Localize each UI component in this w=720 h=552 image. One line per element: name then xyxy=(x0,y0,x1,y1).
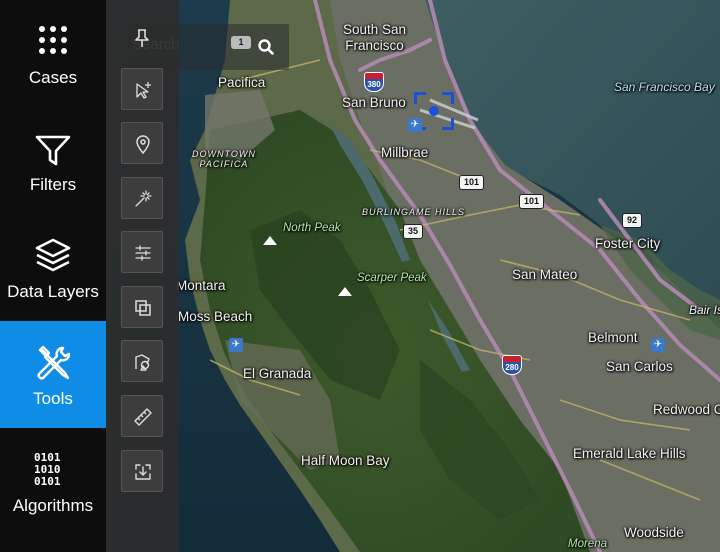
label-south-san-francisco: South San Francisco xyxy=(343,22,407,53)
label-burlingame-hills: BURLINGAME HILLS xyxy=(362,207,466,217)
ca-35-shield: 35 xyxy=(403,224,424,239)
label-moss-beach: Moss Beach xyxy=(178,309,253,324)
svg-text:0101: 0101 xyxy=(34,475,61,488)
label-foster-city: Foster City xyxy=(595,236,661,251)
label-woodside: Woodside xyxy=(624,525,684,540)
label-bair-island: Bair Is xyxy=(689,303,720,317)
label-morena: Morena xyxy=(568,538,607,550)
label-downtown-pacifica: DOWNTOWN PACIFICA xyxy=(192,149,256,170)
nav-item-algorithms[interactable]: 0101 1010 0101 Algorithms xyxy=(0,428,106,535)
wrench-screwdriver-icon xyxy=(37,345,71,380)
airport-icon: ✈ xyxy=(229,338,243,352)
us-101-shield-east: 101 xyxy=(519,194,545,209)
grid-dots-icon xyxy=(39,26,67,54)
ruler-icon xyxy=(134,408,152,426)
sliders-icon xyxy=(135,245,151,261)
shape-tool-button[interactable] xyxy=(121,340,163,382)
overlap-squares-icon xyxy=(135,300,151,316)
us-101-shield: 101 xyxy=(459,175,485,190)
tools-panel xyxy=(106,0,179,552)
label-san-bruno: San Bruno xyxy=(342,95,406,110)
ca-92-shield: 92 xyxy=(622,213,643,228)
north-peak-marker-icon xyxy=(263,236,277,245)
airport-icon-east: ✈ xyxy=(651,338,665,352)
cursor-plus-icon xyxy=(136,82,151,99)
pin-icon[interactable] xyxy=(133,28,151,48)
interstate-280-shield: 280 xyxy=(502,355,522,375)
measure-tool-button[interactable] xyxy=(121,395,163,437)
shapes-icon xyxy=(135,354,150,371)
label-el-granada: El Granada xyxy=(243,366,312,381)
label-redwood-city: Redwood C xyxy=(653,402,720,417)
nav-label-cases: Cases xyxy=(28,68,78,87)
label-san-mateo: San Mateo xyxy=(512,267,578,282)
download-tool-button[interactable] xyxy=(121,450,163,492)
airport-icon-sfo: ✈ xyxy=(408,118,422,132)
nav-label-filters: Filters xyxy=(29,175,77,194)
adjust-tool-button[interactable] xyxy=(121,231,163,273)
label-san-carlos: San Carlos xyxy=(606,359,673,374)
layers-icon xyxy=(35,238,71,272)
nav-item-filters[interactable]: Filters xyxy=(0,107,106,214)
label-belmont: Belmont xyxy=(588,330,638,345)
binary-icon: 0101 1010 0101 xyxy=(34,451,61,488)
label-millbrae: Millbrae xyxy=(381,145,429,160)
label-pacifica: Pacifica xyxy=(218,75,266,90)
magic-wand-tool-button[interactable] xyxy=(121,177,163,219)
search-icon[interactable] xyxy=(257,38,275,56)
map-pin-icon xyxy=(136,135,150,154)
search-result-badge: 1 xyxy=(231,36,251,49)
nav-label-algorithms: Algorithms xyxy=(12,496,94,515)
nav-item-data-layers[interactable]: Data Layers xyxy=(0,214,106,321)
funnel-icon xyxy=(35,135,71,166)
label-emerald-lake-hills: Emerald Lake Hills xyxy=(573,446,686,461)
label-north-peak: North Peak xyxy=(283,222,341,234)
main-nav: Cases Filters Data Layers Tools 0101 101… xyxy=(0,0,106,552)
nav-item-tools[interactable]: Tools xyxy=(0,321,106,428)
interstate-380-shield: 380 xyxy=(364,72,384,92)
nav-label-tools: Tools xyxy=(33,389,73,408)
scarper-peak-marker-icon xyxy=(338,287,352,296)
label-montara: Montara xyxy=(176,278,226,293)
nav-label-data-layers: Data Layers xyxy=(7,282,99,301)
select-tool-button[interactable] xyxy=(121,68,163,110)
download-icon xyxy=(135,464,151,480)
overlap-tool-button[interactable] xyxy=(121,286,163,328)
selected-point[interactable] xyxy=(429,106,439,116)
magic-wand-icon xyxy=(135,190,152,207)
marker-tool-button[interactable] xyxy=(121,122,163,164)
label-scarper-peak: Scarper Peak xyxy=(357,272,427,284)
label-san-francisco-bay: San Francisco Bay xyxy=(614,80,715,94)
label-half-moon-bay: Half Moon Bay xyxy=(301,453,390,468)
nav-item-cases[interactable]: Cases xyxy=(0,0,106,107)
